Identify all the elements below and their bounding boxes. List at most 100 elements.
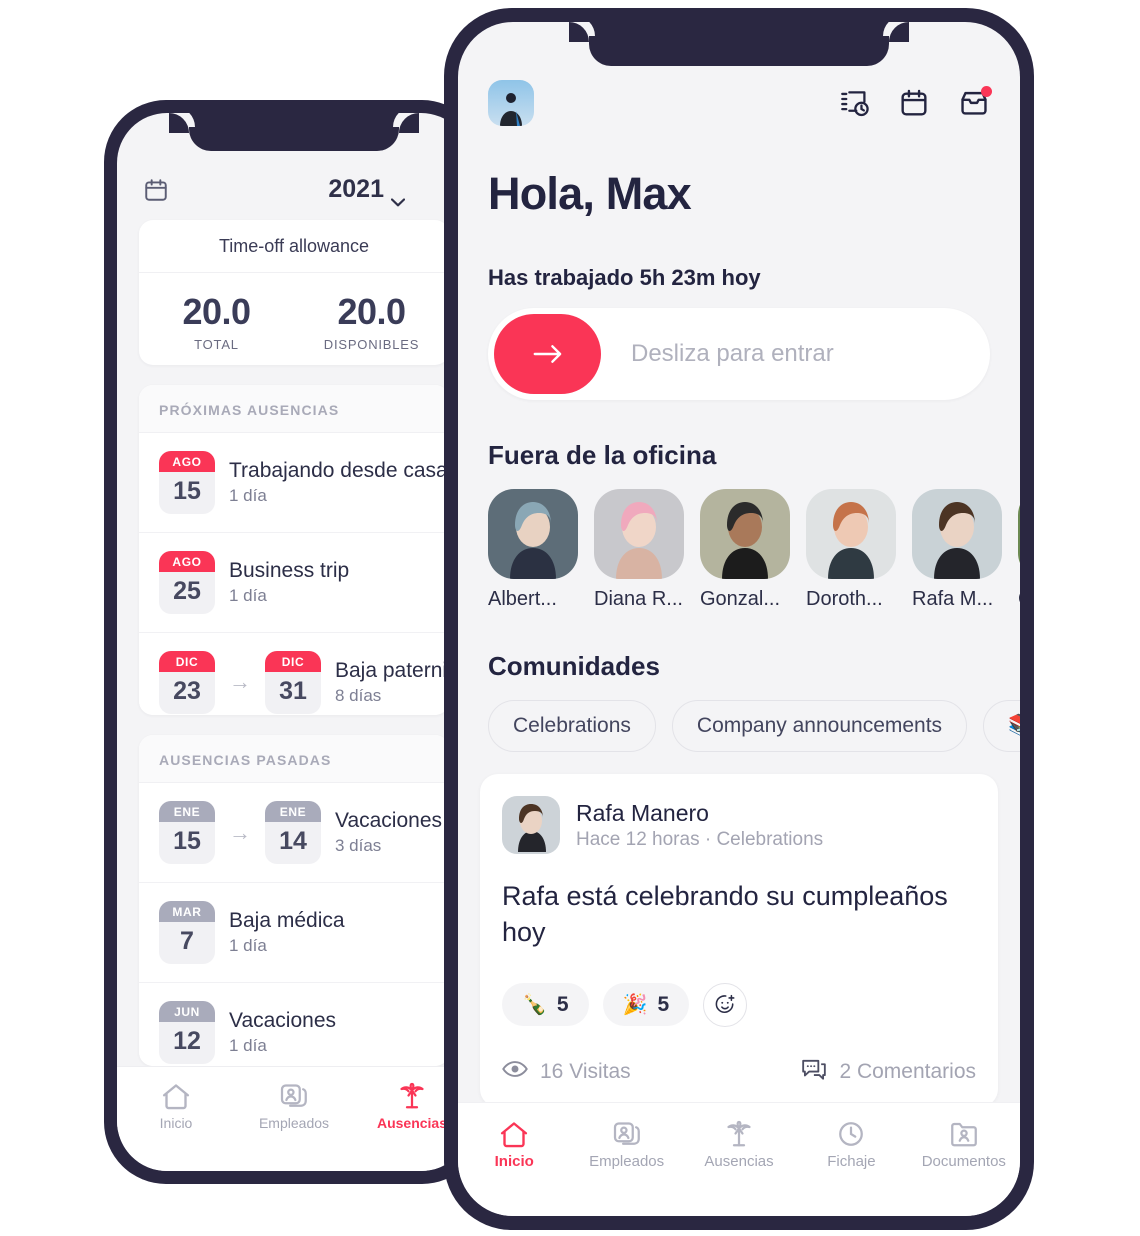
date-badge-month: AGO [159,450,215,472]
date-badge-month: DIC [265,650,321,672]
nav-item-inicio[interactable]: Inicio [117,1081,235,1131]
out-of-office-person[interactable]: Rafa M... [912,489,1002,611]
post-comments[interactable]: 2 Comentarios [801,1057,976,1087]
date-badge: DIC 23 [159,650,215,714]
absence-row[interactable]: ENE 15 → ENE 14 Vacaciones 3 días [139,783,449,884]
feed-post[interactable]: Rafa Manero Hace 12 horas · Celebrations… [480,774,998,1102]
community-chip[interactable]: Company announcements [671,700,968,752]
slider-label: Desliza para entrar [631,340,834,367]
year-value: 2021 [328,175,384,203]
absence-row[interactable]: AGO 25 Business trip 1 día [139,532,449,633]
chevron-down-icon [390,185,406,207]
chip-label: Company announcements [696,714,943,737]
absence-row[interactable]: JUN 12 Vacaciones 1 día [139,983,449,1066]
out-of-office-person[interactable]: Gonzal... [700,489,790,611]
community-chip[interactable]: 📚Pro [983,700,1020,752]
back-phone-device: 2021 Time-off allowance 20.0 TOTAL 20.0 … [104,100,484,1184]
notification-badge [981,86,992,97]
absence-row[interactable]: MAR 7 Baja médica 1 día [139,883,449,984]
date-badge-month: MAR [159,901,215,923]
year-selector[interactable]: 2021 [328,175,406,207]
reaction-emoji-icon: 🍾 [522,994,547,1017]
post-body: Rafa está celebrando su cumpleaños hoy [502,881,948,948]
nav-item-inicio[interactable]: Inicio [458,1119,570,1170]
clock-in-slider[interactable]: Desliza para entrar [488,308,990,400]
absence-duration: 8 días [335,685,382,705]
post-views-label: 16 Visitas [540,1059,631,1083]
person-avatar [488,489,578,579]
date-badge-day: 15 [173,476,201,505]
past-absences-label: AUSENCIAS PASADAS [139,735,449,784]
absence-row[interactable]: AGO 15 Trabajando desde casa 1 día [139,432,449,533]
arrow-right-icon [533,345,561,363]
post-author-avatar[interactable] [502,796,560,854]
person-name: Cr [1018,588,1020,611]
person-avatar [806,489,896,579]
person-avatar [1018,489,1020,579]
documents-icon [908,1119,1020,1149]
out-of-office-person[interactable]: Cr [1018,489,1020,611]
date-badge-day: 15 [173,827,201,856]
reaction-pill[interactable]: 🍾 5 [502,983,589,1027]
absence-title: Business trip [229,558,350,582]
out-of-office-person[interactable]: Doroth... [806,489,896,611]
person-name: Gonzal... [700,588,781,610]
slider-knob[interactable] [494,314,601,394]
allowance-total-value: 20.0 [182,291,251,332]
person-avatar [700,489,790,579]
nav-item-empleados[interactable]: Empleados [235,1081,353,1131]
date-badge-month: ENE [265,801,321,823]
past-absences-card: AUSENCIAS PASADAS ENE 15 → ENE 14 Vacacio… [139,735,449,1066]
reaction-count: 5 [556,992,569,1016]
nav-item-documentos[interactable]: Documentos [908,1119,1020,1170]
nav-item-ausencias[interactable]: Ausencias [683,1119,795,1170]
person-avatar [912,489,1002,579]
front-phone-bottom-nav: Inicio Empleados Ausencias Fichaje Docum… [458,1102,1020,1216]
reaction-pill[interactable]: 🎉 5 [602,983,690,1027]
home-icon [458,1119,570,1149]
reaction-emoji-icon: 🎉 [622,994,648,1017]
absence-row[interactable]: DIC 23 → DIC 31 Baja paternidad 8 días [139,632,449,716]
communities-title: Comunidades [488,651,660,681]
communities-chips[interactable]: Celebrations Company announcements 📚Pro [458,682,1020,752]
nav-item-label: Documentos [921,1153,1006,1170]
calendar-icon[interactable] [898,87,930,119]
absence-duration: 1 día [229,585,267,605]
person-avatar [594,489,684,579]
add-reaction-icon[interactable] [703,982,748,1027]
community-chip[interactable]: Celebrations [488,700,656,752]
date-badge-end: ENE 14 [265,801,321,865]
avatar[interactable] [488,80,534,126]
allowance-available-label: DISPONIBLES [323,337,420,352]
calendar-icon[interactable] [143,177,169,203]
back-phone-notch [169,113,419,151]
date-badge-month: DIC [159,650,215,672]
timesheet-clock-icon[interactable] [838,87,870,119]
absence-duration: 1 día [229,1036,267,1056]
upcoming-absences-card: PRÓXIMAS AUSENCIAS AGO 15 Trabajando des… [139,384,449,716]
inbox-icon[interactable] [958,86,992,119]
nav-item-label: Empleados [589,1153,665,1170]
out-of-office-person[interactable]: Albert... [488,489,578,611]
date-badge: AGO 15 [159,450,215,514]
absence-title: Vacaciones [335,809,443,833]
allowance-total: 20.0 TOTAL [139,291,294,352]
nav-item-fichaje[interactable]: Fichaje [795,1119,907,1170]
home-icon [117,1081,235,1111]
palm-tree-icon [683,1119,795,1149]
allowance-available-value: 20.0 [337,291,406,332]
post-reactions[interactable]: 🍾 5 🎉 5 [502,982,976,1027]
out-of-office-person[interactable]: Diana R... [594,489,684,611]
date-badge-month: ENE [159,801,215,823]
out-of-office-list[interactable]: Albert... Diana R... Gonzal... Doroth...… [458,471,1020,611]
nav-item-label: Ausencias [704,1153,774,1170]
back-phone-screen: 2021 Time-off allowance 20.0 TOTAL 20.0 … [117,113,471,1171]
date-badge: MAR 7 [159,901,215,965]
date-badge-month: AGO [159,550,215,572]
out-of-office-title: Fuera de la oficina [488,440,717,470]
nav-item-empleados[interactable]: Empleados [570,1119,682,1170]
post-author-name: Rafa Manero [576,799,709,826]
absence-title: Vacaciones [229,1009,337,1033]
person-name: Albert... [488,588,557,610]
absence-title: Baja médica [229,909,345,933]
